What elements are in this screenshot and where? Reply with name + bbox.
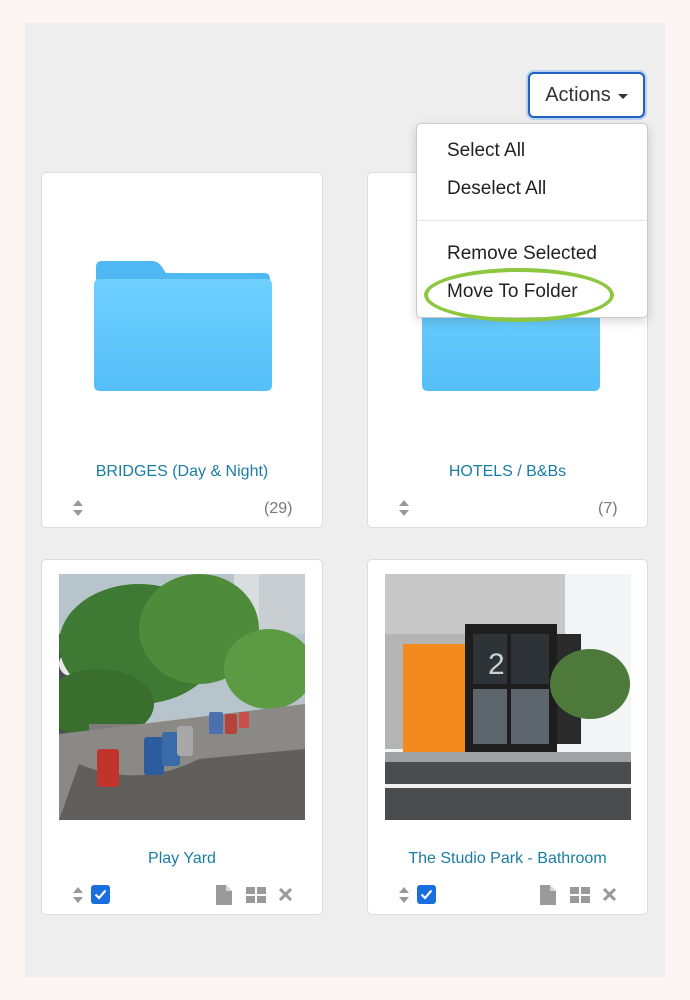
folder-icon	[94, 261, 272, 391]
grid-icon[interactable]	[570, 887, 590, 903]
menu-item-select-all[interactable]: Select All	[447, 140, 525, 162]
photo-card[interactable]: Play Yard	[41, 559, 323, 915]
select-checkbox[interactable]	[91, 885, 110, 904]
folder-card[interactable]: BRIDGES (Day & Night) (29)	[41, 172, 323, 528]
highlight-annotation	[424, 268, 614, 322]
actions-button[interactable]: Actions	[528, 72, 645, 118]
photo-card[interactable]: 2 The Studio Park - Bathroom	[367, 559, 648, 915]
item-count: (7)	[598, 500, 618, 517]
item-count: (29)	[264, 500, 293, 517]
photo-title[interactable]: The Studio Park - Bathroom	[376, 850, 639, 868]
building-image: 2	[385, 574, 631, 820]
photo-thumbnail[interactable]	[59, 574, 305, 820]
card-body: Play Yard	[50, 568, 314, 906]
check-icon	[420, 889, 433, 900]
file-icon[interactable]	[540, 885, 556, 905]
actions-label: Actions	[545, 83, 611, 106]
street-scene-image	[59, 574, 305, 820]
menu-divider	[417, 220, 647, 221]
file-icon[interactable]	[216, 885, 232, 905]
svg-text:2: 2	[488, 648, 505, 681]
close-icon[interactable]	[603, 888, 616, 901]
menu-item-remove-selected[interactable]: Remove Selected	[447, 243, 597, 265]
grid-icon[interactable]	[246, 887, 266, 903]
check-icon	[94, 889, 107, 900]
folder-title[interactable]: HOTELS / B&Bs	[376, 463, 639, 481]
sort-icon[interactable]	[398, 886, 410, 904]
card-body: 2 The Studio Park - Bathroom	[376, 568, 639, 906]
select-checkbox[interactable]	[417, 885, 436, 904]
caret-down-icon	[617, 93, 628, 99]
folder-title[interactable]: BRIDGES (Day & Night)	[50, 463, 314, 481]
sort-icon[interactable]	[72, 499, 84, 517]
sort-icon[interactable]	[398, 499, 410, 517]
menu-item-deselect-all[interactable]: Deselect All	[447, 178, 546, 200]
card-body: BRIDGES (Day & Night) (29)	[50, 181, 314, 519]
close-icon[interactable]	[279, 888, 292, 901]
photo-thumbnail[interactable]: 2	[385, 574, 631, 820]
sort-icon[interactable]	[72, 886, 84, 904]
photo-title[interactable]: Play Yard	[50, 850, 314, 868]
